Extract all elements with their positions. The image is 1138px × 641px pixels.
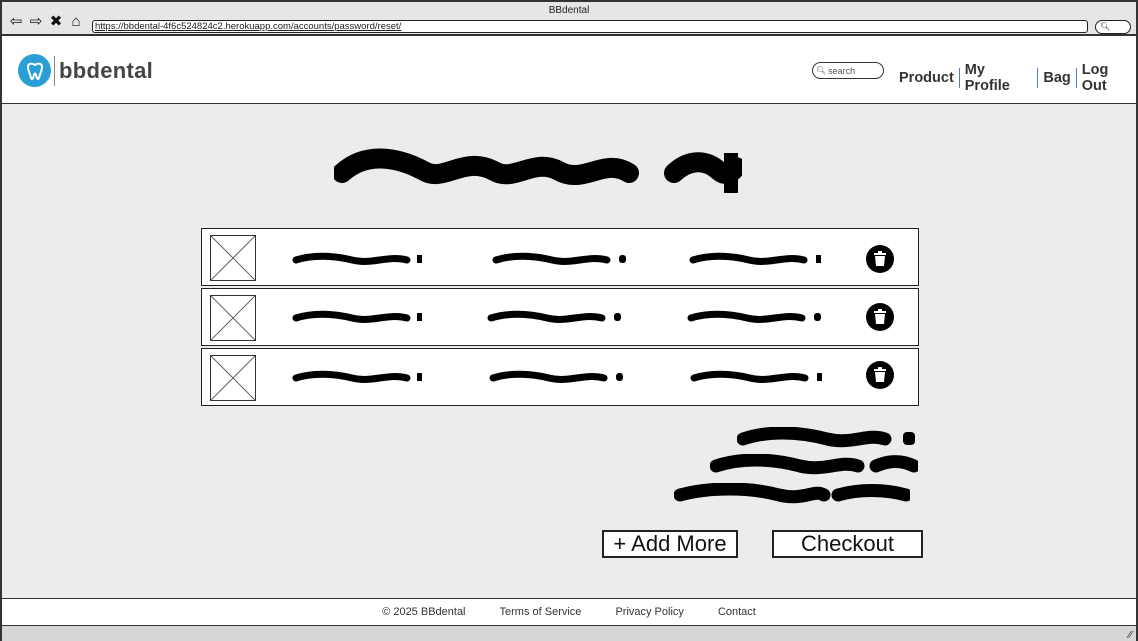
search-icon: 🔍︎ bbox=[1100, 22, 1111, 31]
footer-link-terms[interactable]: Terms of Service bbox=[500, 606, 582, 618]
window-title: BBdental bbox=[548, 5, 590, 16]
browser-statusbar: ⁄⁄ bbox=[2, 626, 1136, 641]
resize-handle-icon[interactable]: ⁄⁄ bbox=[1129, 630, 1132, 641]
item-quantity-placeholder bbox=[690, 370, 822, 383]
item-price-placeholder bbox=[489, 370, 623, 383]
page-title-placeholder bbox=[334, 148, 742, 193]
search-icon: 🔍︎ bbox=[816, 65, 827, 75]
footer-link-contact[interactable]: Contact bbox=[718, 606, 756, 618]
close-icon[interactable]: ✖ bbox=[48, 14, 64, 30]
nav-bag[interactable]: Bag bbox=[1043, 70, 1070, 86]
image-placeholder-icon bbox=[210, 355, 256, 401]
browser-search-field[interactable]: 🔍︎ bbox=[1095, 20, 1131, 34]
footer-link-privacy[interactable]: Privacy Policy bbox=[615, 606, 683, 618]
item-quantity-placeholder bbox=[689, 252, 821, 265]
logo-text: bbdental bbox=[59, 57, 154, 83]
item-name-placeholder bbox=[292, 252, 422, 265]
add-more-button[interactable]: + Add More bbox=[602, 530, 738, 558]
browser-nav-buttons: ⇦ ⇨ ✖ ⌂ bbox=[8, 14, 84, 30]
nav-divider bbox=[958, 68, 960, 88]
logo-divider bbox=[54, 55, 55, 86]
image-placeholder-icon bbox=[210, 295, 256, 341]
nav-divider bbox=[1037, 68, 1039, 88]
item-price-placeholder bbox=[492, 252, 626, 265]
bag-item-row bbox=[201, 228, 919, 286]
main-nav: Product My Profile Bag Log Out bbox=[899, 62, 1136, 94]
nav-divider bbox=[1075, 68, 1077, 88]
item-name-placeholder bbox=[292, 370, 422, 383]
brand-logo[interactable]: bbdental bbox=[18, 54, 153, 87]
item-name-placeholder bbox=[292, 310, 422, 323]
back-icon[interactable]: ⇦ bbox=[8, 14, 24, 30]
browser-window: BBdental ⇦ ⇨ ✖ ⌂ https://bbdental-4f6c52… bbox=[0, 0, 1138, 641]
browser-titlebar: BBdental ⇦ ⇨ ✖ ⌂ https://bbdental-4f6c52… bbox=[2, 2, 1136, 36]
remove-item-button[interactable] bbox=[866, 361, 894, 389]
bag-item-row bbox=[201, 288, 919, 346]
bag-content bbox=[2, 105, 1136, 597]
grand-total-placeholder bbox=[674, 483, 910, 504]
remove-item-button[interactable] bbox=[866, 245, 894, 273]
delivery-placeholder bbox=[710, 454, 918, 475]
address-bar[interactable]: https://bbdental-4f6c524824c2.herokuapp.… bbox=[92, 20, 1088, 33]
home-icon[interactable]: ⌂ bbox=[68, 14, 84, 30]
checkout-button[interactable]: Checkout bbox=[772, 530, 923, 558]
trash-icon bbox=[874, 251, 886, 266]
forward-icon[interactable]: ⇨ bbox=[28, 14, 44, 30]
site-footer: © 2025 BBdental Terms of Service Privacy… bbox=[2, 598, 1136, 626]
subtotal-placeholder bbox=[737, 427, 915, 448]
search-placeholder: search bbox=[828, 65, 856, 76]
footer-copyright: © 2025 BBdental bbox=[382, 606, 466, 618]
trash-icon bbox=[874, 367, 886, 382]
tooth-logo-icon bbox=[18, 54, 51, 87]
bag-item-row bbox=[201, 348, 919, 406]
item-price-placeholder bbox=[487, 310, 621, 323]
remove-item-button[interactable] bbox=[866, 303, 894, 331]
site-header: bbdental 🔍︎ search Product My Profile Ba… bbox=[2, 36, 1136, 104]
nav-log-out[interactable]: Log Out bbox=[1082, 62, 1136, 94]
search-input[interactable]: 🔍︎ search bbox=[812, 62, 884, 79]
trash-icon bbox=[874, 309, 886, 324]
nav-my-profile[interactable]: My Profile bbox=[965, 62, 1033, 94]
item-quantity-placeholder bbox=[687, 310, 821, 323]
image-placeholder-icon bbox=[210, 235, 256, 281]
nav-product[interactable]: Product bbox=[899, 70, 954, 86]
